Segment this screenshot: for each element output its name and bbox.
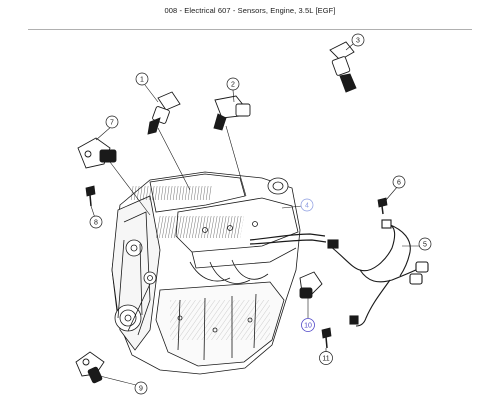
callout-5-label: 5 (423, 242, 427, 249)
callout-1-label: 1 (140, 77, 144, 84)
callout-6-label: 6 (397, 180, 401, 187)
bolt-part-6[interactable] (377, 197, 388, 215)
callout-1[interactable]: 1 (135, 72, 149, 86)
bolt-part-8[interactable] (85, 185, 96, 207)
callout-3[interactable]: 3 (351, 33, 365, 47)
sensor-part-9[interactable] (75, 351, 105, 384)
callout-11[interactable]: 11 (319, 351, 333, 365)
sensor-part-7[interactable] (77, 137, 117, 169)
callout-2-label: 2 (231, 82, 235, 89)
callout-2[interactable]: 2 (226, 77, 240, 91)
sensor-part-2[interactable] (213, 95, 251, 131)
callout-9-label: 9 (139, 386, 143, 393)
sensor-part-1[interactable] (147, 91, 181, 135)
callout-10-label: 10 (304, 323, 312, 330)
callout-6[interactable]: 6 (392, 175, 406, 189)
callout-11-label: 11 (322, 356, 329, 363)
callout-7-label: 7 (110, 120, 114, 127)
callout-5[interactable]: 5 (418, 237, 432, 251)
sensor-part-10[interactable] (299, 271, 323, 299)
callout-8[interactable]: 8 (89, 215, 103, 229)
engine-sensor-diagram: 1 2 3 4 5 6 7 8 9 10 11 (75, 33, 432, 395)
callout-4-label: 4 (305, 203, 309, 210)
sensor-part-3[interactable] (329, 41, 357, 93)
callout-10[interactable]: 10 (301, 318, 315, 332)
callout-4[interactable]: 4 (300, 198, 314, 212)
bolt-part-11[interactable] (321, 327, 332, 349)
callout-9[interactable]: 9 (134, 381, 148, 395)
engine-assembly (111, 171, 327, 375)
parts-diagram-page: 008 - Electrical 607 - Sensors, Engine, … (0, 0, 500, 415)
callout-8-label: 8 (94, 220, 98, 227)
callout-3-label: 3 (356, 38, 360, 45)
callout-7[interactable]: 7 (105, 115, 119, 129)
wire-harness-part-5[interactable] (327, 219, 429, 327)
